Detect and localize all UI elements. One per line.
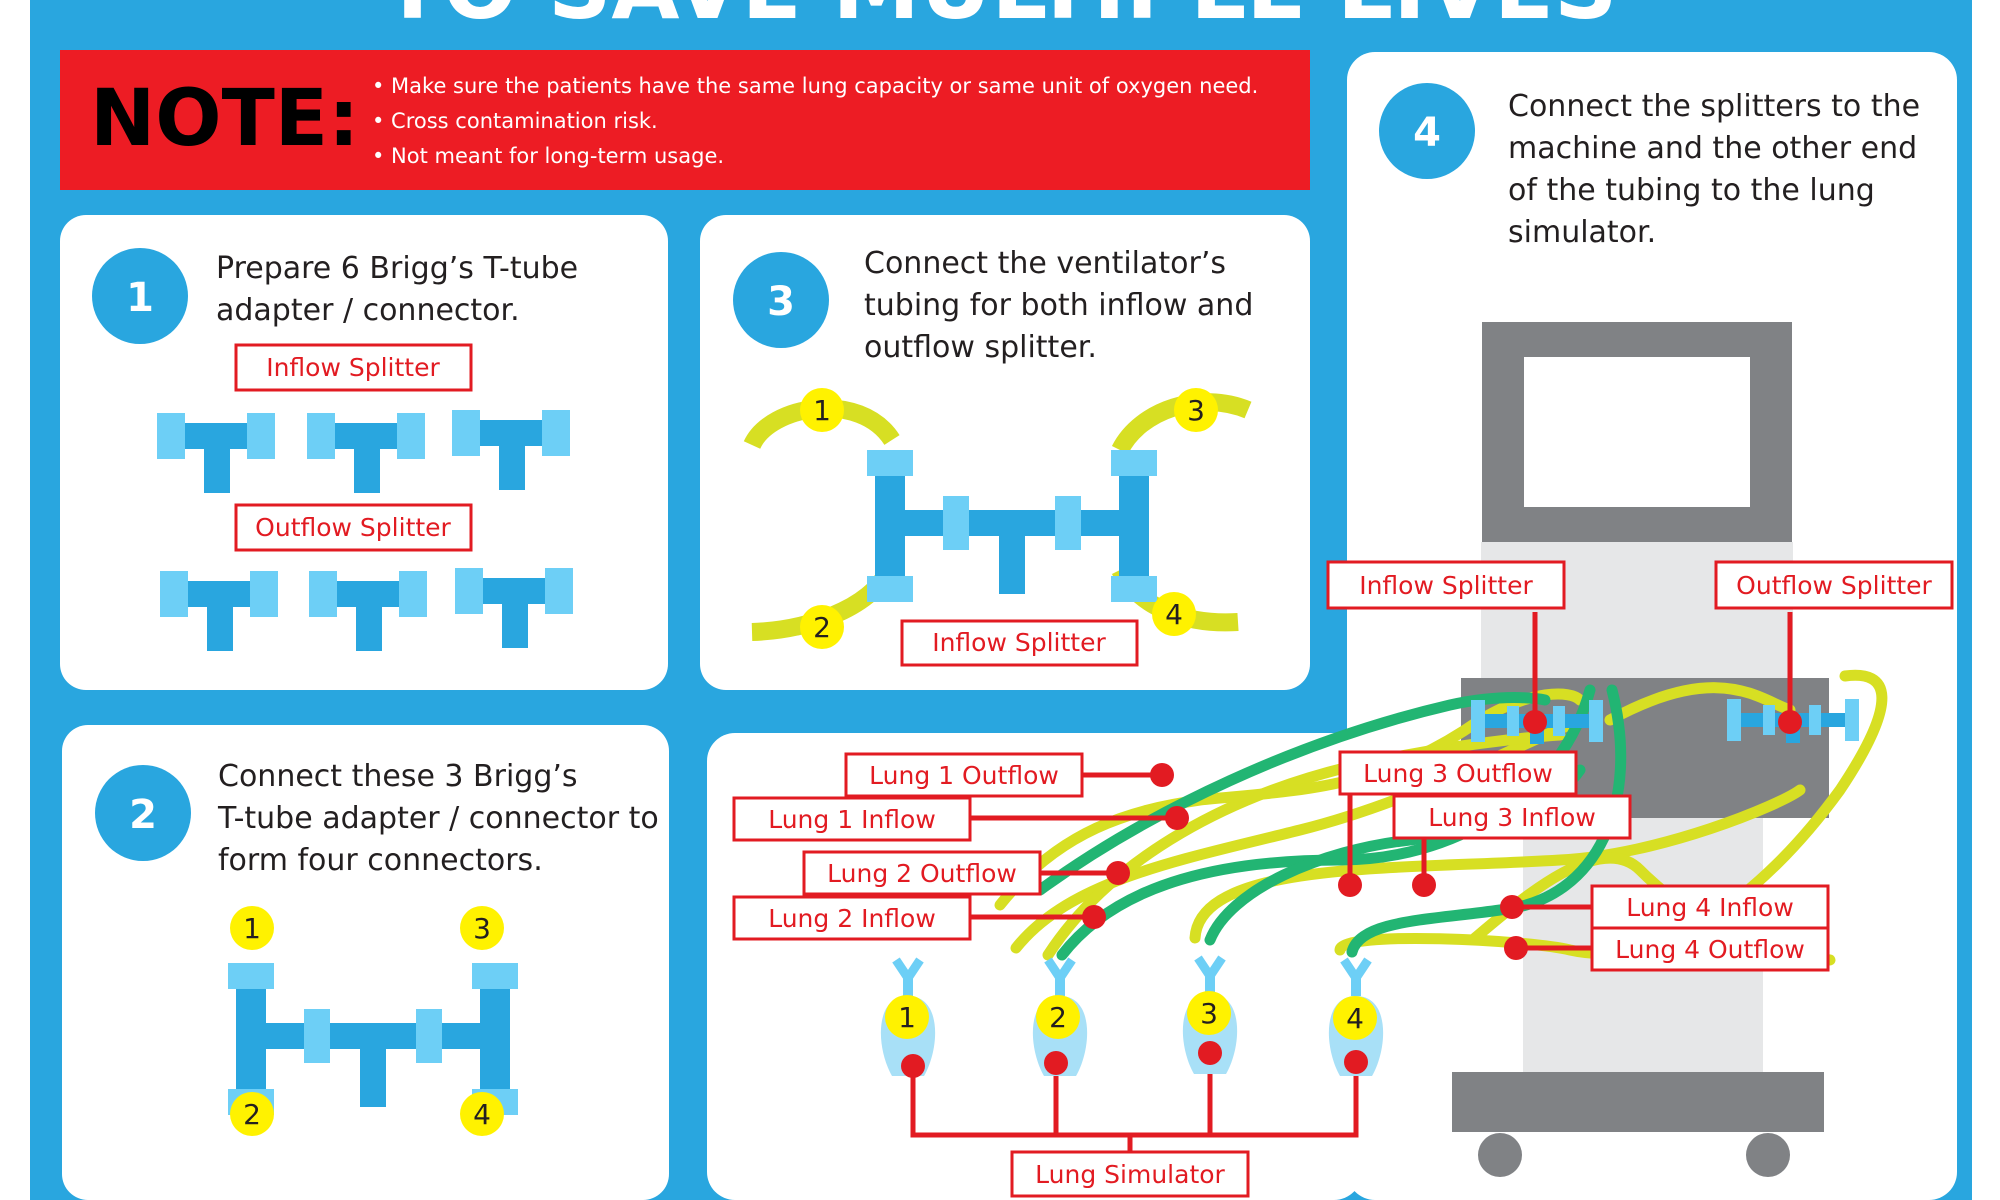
step-3-text: Connect the ventilator’s [864, 246, 1226, 281]
step-3-number: 3 [767, 279, 795, 325]
connector-marker-number: 4 [473, 1098, 491, 1131]
lung-2-outflow-label: Lung 2 Outflow [827, 859, 1017, 888]
step-1-text: adapter / connector. [216, 293, 520, 328]
connector-marker-number: 2 [813, 611, 831, 644]
lung-marker-number: 1 [898, 1001, 916, 1034]
step-4-number: 4 [1413, 110, 1441, 156]
connector-marker-number: 1 [813, 394, 831, 427]
lung-2-inflow-label: Lung 2 Inflow [768, 904, 936, 933]
note-item: • Not meant for long-term usage. [372, 144, 724, 168]
lung-dot [901, 1054, 925, 1078]
lung-dot [1344, 1050, 1368, 1074]
inflow-splitter-label: Inflow Splitter [932, 628, 1106, 657]
step-4-text: machine and the other end [1508, 131, 1917, 166]
connector-marker-number: 1 [243, 912, 261, 945]
step-4-text: simulator. [1508, 215, 1656, 250]
lung-3-inflow-label: Lung 3 Inflow [1428, 803, 1596, 832]
inflow-splitter-label: Inflow Splitter [266, 353, 440, 382]
lung-simulator-label: Lung Simulator [1035, 1160, 1225, 1189]
connector-marker-number: 4 [1165, 598, 1183, 631]
step-2-text: T-tube adapter / connector to [217, 801, 659, 836]
lung-marker-number: 3 [1200, 997, 1218, 1030]
step-4-text: Connect the splitters to the [1508, 89, 1920, 124]
step-3-text: tubing for both inflow and [864, 288, 1253, 323]
connector-marker-number: 2 [243, 1098, 261, 1131]
lung-dot [1198, 1041, 1222, 1065]
note-label: NOTE: [90, 74, 359, 164]
infographic-poster: TO SAVE MULTIPLE LIVES NOTE: • Make sure… [0, 0, 2000, 1200]
lung-1-inflow-label: Lung 1 Inflow [768, 805, 936, 834]
note-item: • Cross contamination risk. [372, 109, 658, 133]
poster-title: TO SAVE MULTIPLE LIVES [383, 0, 1618, 39]
connector-marker-number: 3 [473, 912, 491, 945]
lung-1-outflow-label: Lung 1 Outflow [869, 761, 1059, 790]
lung-3-outflow-label: Lung 3 Outflow [1363, 759, 1553, 788]
lung-4-inflow-label: Lung 4 Inflow [1626, 893, 1794, 922]
connector-marker-number: 3 [1187, 394, 1205, 427]
lung-dot [1044, 1051, 1068, 1075]
inflow-splitter-label: Inflow Splitter [1359, 571, 1533, 600]
step-1-text: Prepare 6 Brigg’s T-tube [216, 251, 578, 286]
step-2-text: form four connectors. [218, 843, 543, 878]
lung-marker-number: 2 [1049, 1001, 1067, 1034]
step-2-text: Connect these 3 Brigg’s [218, 759, 578, 794]
outflow-splitter-label: Outflow Splitter [1736, 571, 1932, 600]
note-item: • Make sure the patients have the same l… [372, 74, 1258, 98]
step-1-number: 1 [126, 275, 154, 321]
step-4-text: of the tubing to the lung [1508, 173, 1875, 208]
lung-marker-number: 4 [1346, 1002, 1364, 1035]
lung-4-outflow-label: Lung 4 Outflow [1615, 935, 1805, 964]
step-2-number: 2 [129, 792, 157, 838]
outflow-splitter-label: Outflow Splitter [255, 513, 451, 542]
step-3-text: outflow splitter. [864, 330, 1097, 365]
